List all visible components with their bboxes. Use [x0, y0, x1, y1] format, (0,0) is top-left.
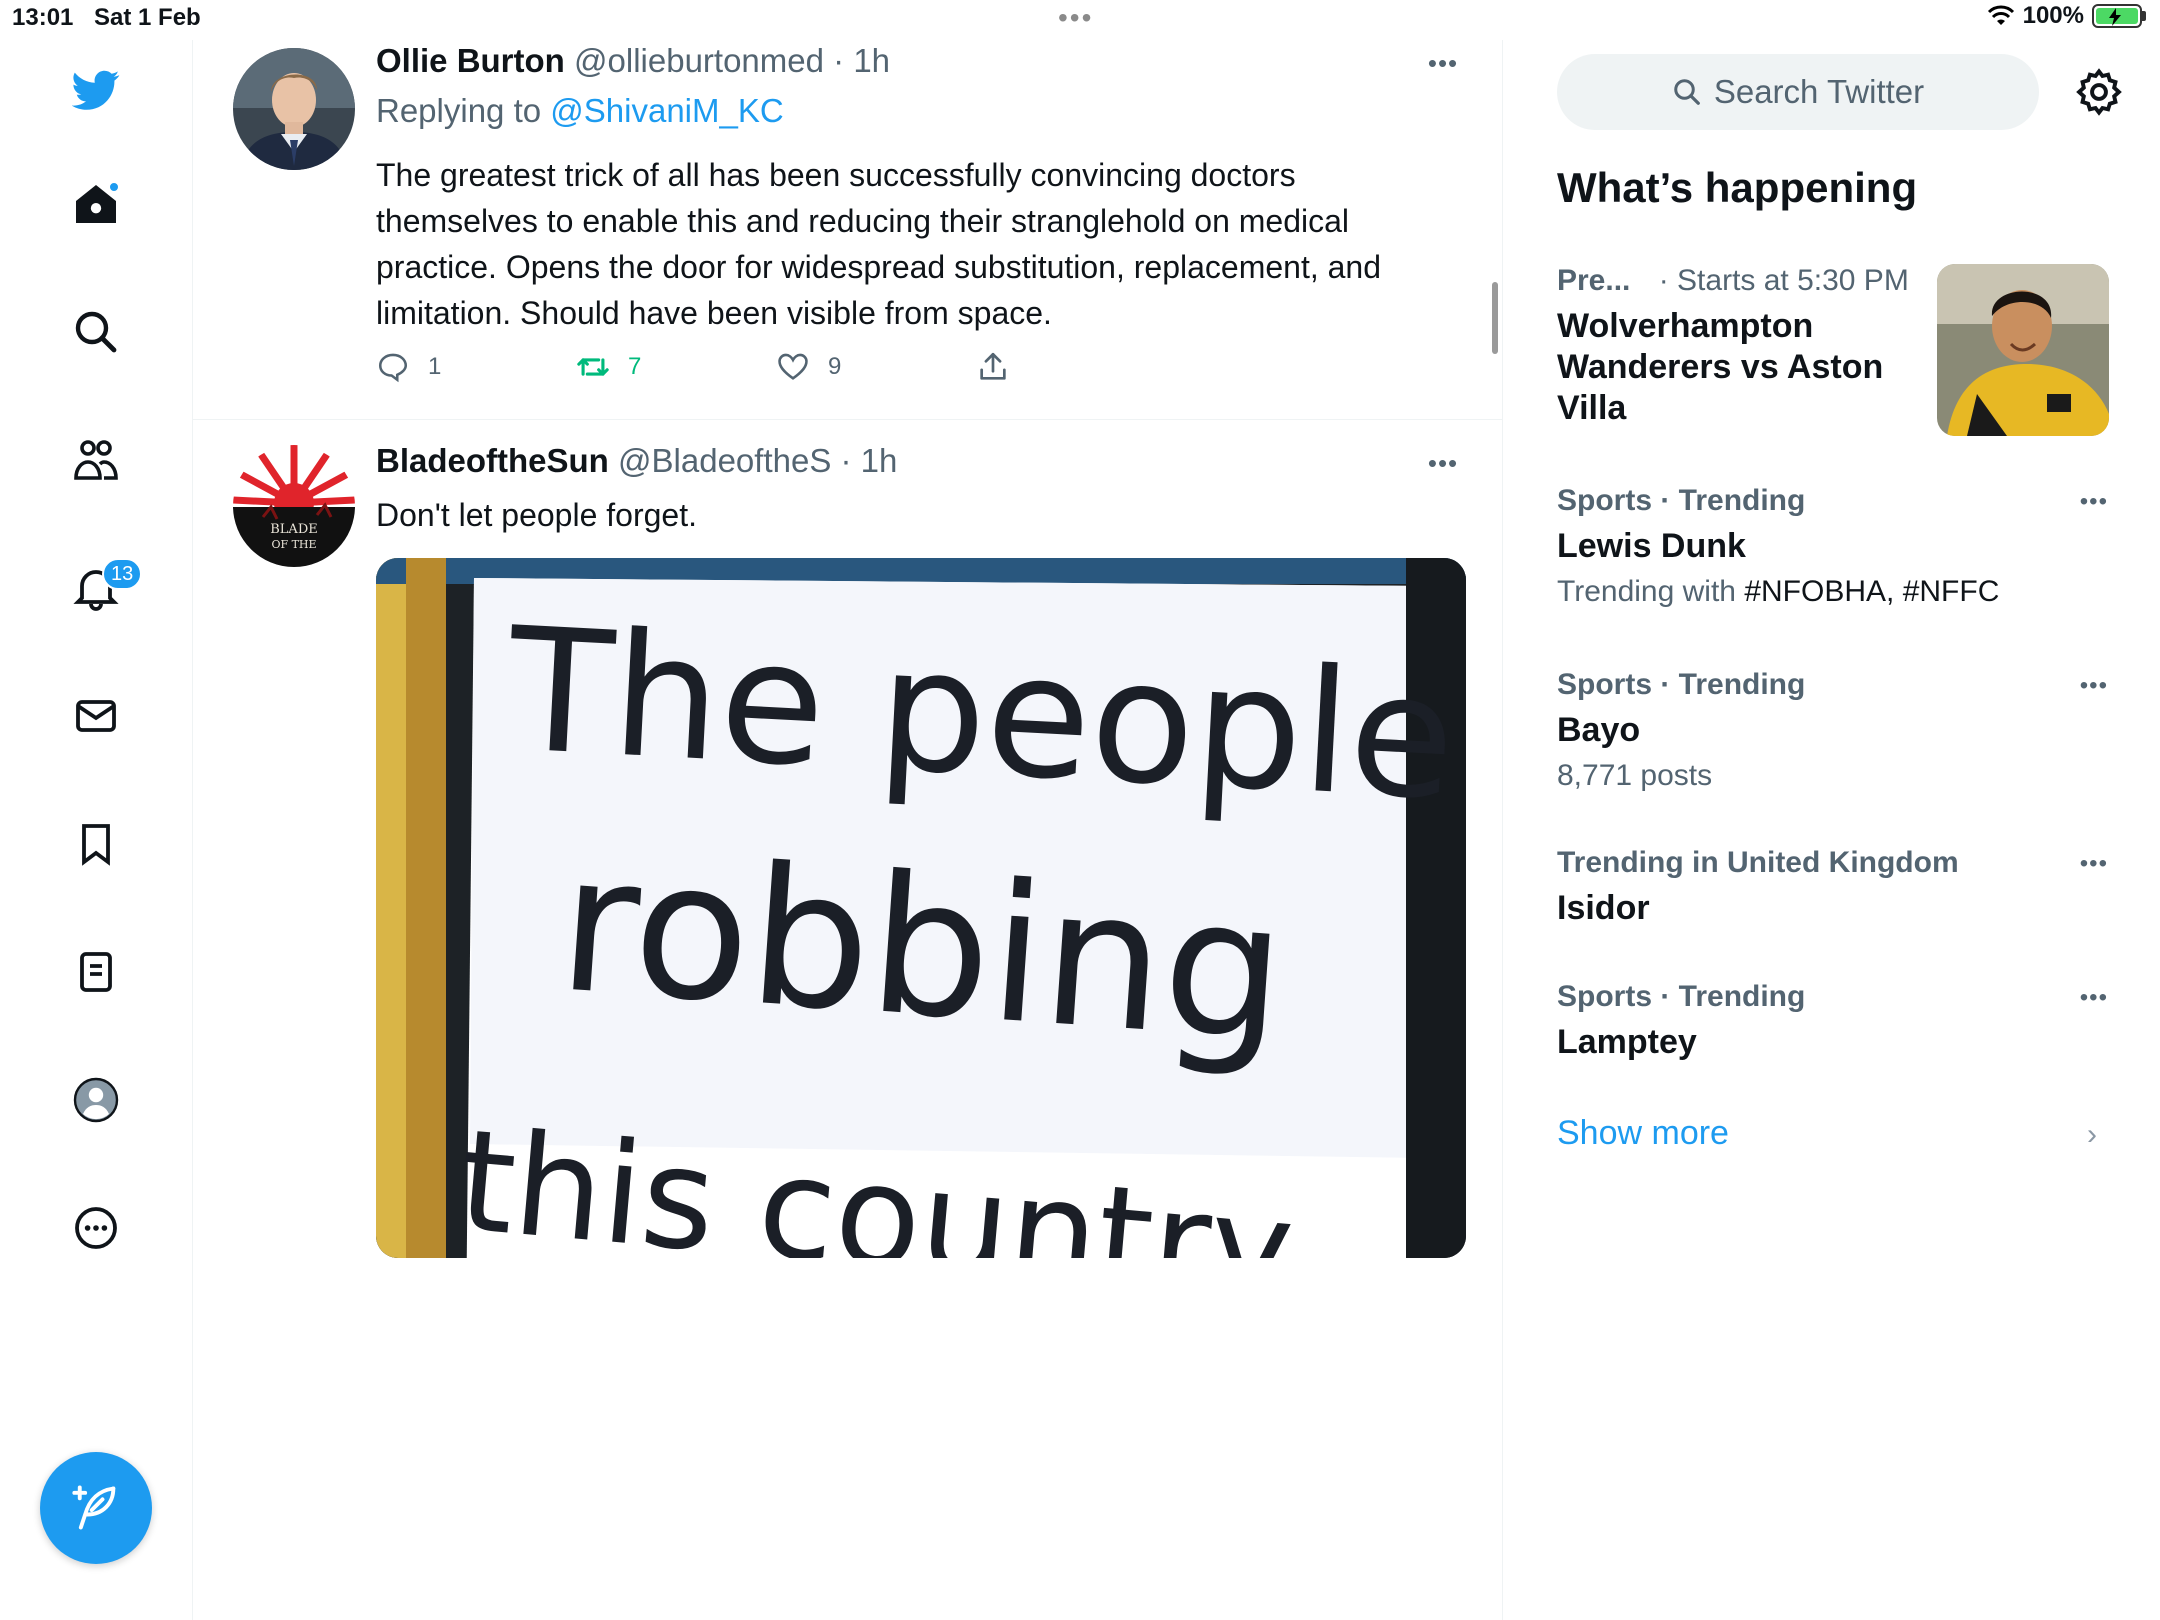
notification-count-badge: 13	[102, 558, 143, 590]
show-more-link[interactable]: Show more	[1557, 1114, 1729, 1153]
status-date: Sat 1 Feb	[94, 4, 201, 31]
twitter-logo-icon[interactable]	[66, 60, 126, 120]
tweet-more-icon[interactable]: •••	[1423, 48, 1463, 78]
bookmarks-icon[interactable]	[66, 814, 126, 874]
event-thumbnail[interactable]	[1937, 264, 2109, 436]
communities-icon[interactable]	[66, 430, 126, 490]
trend-meta: Trending in United Kingdom	[1557, 846, 2107, 880]
share-button[interactable]	[976, 350, 1010, 384]
tweet-media-image[interactable]: The people robbing this country	[376, 558, 1466, 1258]
tweet-more-icon[interactable]: •••	[1423, 448, 1463, 478]
tweet-time[interactable]: 1h	[861, 442, 898, 479]
retweet-count: 7	[628, 353, 642, 380]
trend-category: Sports · Trending	[1557, 980, 1806, 1013]
status-indicators: 100%	[1987, 2, 2146, 30]
trend-more-icon[interactable]: •••	[2080, 488, 2108, 516]
trend-meta: Sports · Trending	[1557, 484, 2107, 518]
replying-to-prefix: Replying to	[376, 92, 542, 129]
tweet-actions: 1 7 9	[376, 350, 1076, 390]
trend-item[interactable]: Sports · Trending Lewis Dunk Trending wi…	[1557, 484, 2107, 609]
trend-more-icon[interactable]: •••	[2080, 672, 2108, 700]
left-navigation: 13	[0, 40, 193, 1620]
settings-gear-icon[interactable]	[2073, 66, 2125, 118]
retweet-icon	[577, 358, 609, 376]
compose-tweet-button[interactable]	[40, 1452, 152, 1564]
trend-item[interactable]: Sports · Trending Lamptey	[1557, 980, 2107, 1063]
home-icon[interactable]	[66, 175, 126, 235]
trend-item-event[interactable]: Pre... · Starts at 5:30 PM Wolverhampton…	[1557, 264, 1937, 429]
avatar-logo-text: BLADE	[270, 522, 318, 537]
trend-meta: Sports · Trending	[1557, 980, 2107, 1014]
trend-more-icon[interactable]: •••	[2080, 984, 2108, 1012]
avatar[interactable]	[233, 48, 355, 170]
tweet-text: Don't let people forget.	[376, 497, 697, 533]
multitasking-dots-icon[interactable]: •••	[1058, 4, 1093, 32]
reply-count: 1	[428, 353, 442, 380]
messages-icon[interactable]	[66, 686, 126, 746]
trend-sub-prefix: Trending with	[1557, 575, 1736, 608]
wifi-icon	[1987, 5, 2014, 25]
trend-meta-detail: · Starts at 5:30 PM	[1658, 264, 1909, 297]
trend-sub-tags[interactable]: #NFOBHA, #NFFC	[1744, 575, 1999, 608]
trend-title: Bayo	[1557, 711, 1641, 749]
search-icon[interactable]	[66, 302, 126, 362]
separator-dot: ·	[833, 42, 845, 79]
reply-icon	[378, 353, 408, 383]
chevron-right-icon: ›	[2087, 1118, 2097, 1151]
battery-icon	[2092, 4, 2142, 28]
tweet[interactable]: Ollie Burton @ollieburtonmed · 1h ••• Re…	[193, 40, 1502, 420]
trend-title: Lamptey	[1557, 1023, 1697, 1061]
trend-category: Pre...	[1557, 264, 1631, 297]
author-name[interactable]: Ollie Burton	[376, 42, 565, 79]
trend-subtitle: Trending with #NFOBHA, #NFFC	[1557, 575, 2107, 609]
timeline: Ollie Burton @ollieburtonmed · 1h ••• Re…	[193, 40, 1503, 1620]
trend-title: Lewis Dunk	[1557, 527, 1746, 565]
tweet-text: The greatest trick of all has been succe…	[376, 157, 1382, 331]
tweet-header: BladeoftheSun @BladeoftheS · 1h	[376, 442, 897, 480]
author-handle[interactable]: @ollieburtonmed	[574, 42, 824, 79]
trend-category: Sports · Trending	[1557, 484, 1806, 517]
like-count: 9	[828, 353, 842, 380]
search-input[interactable]: Search Twitter	[1557, 54, 2039, 130]
trend-title: Wolverhampton Wanderers vs Aston Villa	[1557, 307, 1884, 427]
author-name[interactable]: BladeoftheSun	[376, 442, 609, 479]
trend-item[interactable]: Sports · Trending Bayo 8,771 posts	[1557, 668, 2107, 793]
avatar[interactable]: BLADE OF THE	[233, 445, 355, 567]
trend-post-count: 8,771 posts	[1557, 759, 1713, 792]
search-placeholder: Search Twitter	[1713, 73, 1925, 110]
author-handle[interactable]: @BladeoftheS	[618, 442, 831, 479]
trend-more-icon[interactable]: •••	[2080, 850, 2108, 878]
lists-icon[interactable]	[66, 942, 126, 1002]
whats-happening-title: What’s happening	[1557, 164, 1918, 211]
trend-meta: Sports · Trending	[1557, 668, 2107, 702]
like-button[interactable]: 9	[776, 350, 841, 384]
replying-to-mention[interactable]: @ShivaniM_KC	[550, 92, 783, 129]
more-icon[interactable]	[66, 1198, 126, 1258]
right-sidebar: Search Twitter What’s happening Pre... ·…	[1503, 40, 2160, 1620]
status-bar: 13:01 Sat 1 Feb ••• 100%	[0, 0, 2160, 40]
heart-icon	[778, 353, 808, 380]
status-time: 13:01	[12, 4, 74, 31]
compose-feather-icon	[72, 1485, 116, 1530]
trend-item[interactable]: Trending in United Kingdom Isidor	[1557, 846, 2107, 929]
reply-button[interactable]: 1	[376, 350, 441, 384]
notifications-icon[interactable]: 13	[66, 558, 143, 618]
profile-icon[interactable]	[66, 1070, 126, 1130]
trend-category: Trending in United Kingdom	[1557, 846, 1959, 879]
separator-dot: ·	[840, 442, 852, 479]
share-icon	[980, 352, 1006, 380]
search-icon	[1674, 79, 1700, 105]
trend-category: Sports · Trending	[1557, 668, 1806, 701]
retweet-button[interactable]: 7	[576, 350, 641, 384]
battery-percent: 100%	[2022, 2, 2084, 29]
home-unread-dot	[108, 181, 120, 193]
tweet-time[interactable]: 1h	[853, 42, 890, 79]
trend-title: Isidor	[1557, 889, 1650, 927]
tweet-header: Ollie Burton @ollieburtonmed · 1h	[376, 42, 890, 80]
replying-to-line: Replying to @ShivaniM_KC	[376, 92, 784, 130]
trend-meta: Pre... · Starts at 5:30 PM	[1557, 264, 1937, 298]
avatar-logo-text-2: OF THE	[271, 538, 316, 551]
